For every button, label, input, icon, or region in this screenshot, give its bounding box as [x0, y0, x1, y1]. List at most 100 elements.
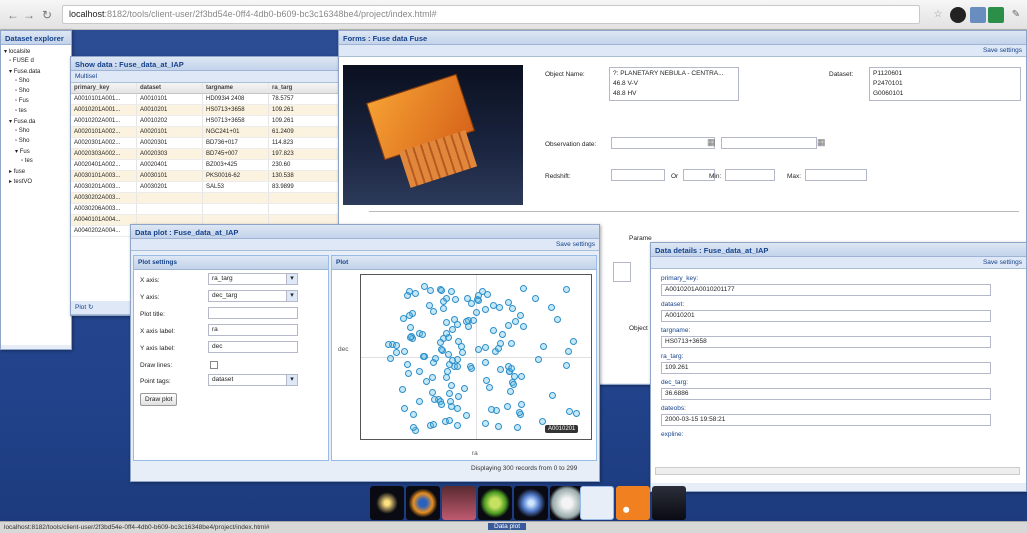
- table-row[interactable]: A0020401A002... A0020401 BZ003+425 230.60: [71, 160, 339, 171]
- scatter-point[interactable]: [535, 355, 543, 363]
- scatter-point[interactable]: [570, 338, 578, 346]
- scatter-point[interactable]: [385, 340, 392, 348]
- scatter-point[interactable]: [481, 419, 489, 427]
- tree-item[interactable]: ▸ testVO: [9, 178, 32, 185]
- save-settings-link[interactable]: Save settings: [651, 257, 1026, 269]
- scatter-point[interactable]: [484, 290, 492, 298]
- multiselect-toolbar[interactable]: Multisel: [71, 71, 339, 83]
- scatter-point[interactable]: [420, 283, 428, 291]
- scatter-point[interactable]: [538, 417, 546, 425]
- scatter-point[interactable]: [562, 285, 570, 293]
- scatter-point[interactable]: [454, 421, 462, 429]
- dock-icon[interactable]: [514, 486, 548, 520]
- scatter-point[interactable]: [404, 291, 412, 299]
- point-tags-select[interactable]: dataset: [208, 374, 298, 386]
- redshift-input[interactable]: [611, 169, 665, 181]
- tree-item[interactable]: ▾ Fuse.da: [9, 118, 35, 125]
- scatter-point[interactable]: [519, 323, 527, 331]
- scatter-point[interactable]: [496, 303, 504, 311]
- scatter-point[interactable]: [572, 409, 580, 417]
- document-icon[interactable]: [580, 486, 614, 520]
- table-row[interactable]: A0030101A003... A0030101 PKS0016-62 130.538: [71, 171, 339, 182]
- scatter-point[interactable]: [504, 298, 512, 306]
- x-axis-select[interactable]: ra_targ: [208, 273, 298, 285]
- x-label-input[interactable]: ra: [208, 324, 298, 336]
- tree-item[interactable]: ▫ Sho: [15, 78, 29, 84]
- scatter-point[interactable]: [481, 305, 489, 313]
- dock-icon[interactable]: [652, 486, 686, 520]
- tree-item[interactable]: ▫ tes: [15, 108, 27, 114]
- max-input[interactable]: [805, 169, 867, 181]
- save-settings-link[interactable]: Save settings: [339, 45, 1026, 57]
- scatter-point[interactable]: [403, 360, 411, 368]
- column-header[interactable]: targname: [203, 83, 269, 93]
- object-name-list[interactable]: ?: PLANETARY NEBULA - CENTRA... 46.8 V-V…: [609, 67, 739, 101]
- list-item[interactable]: ?: PLANETARY NEBULA - CENTRA...: [613, 69, 735, 79]
- scatter-point[interactable]: [460, 384, 468, 392]
- scatter-point[interactable]: [431, 355, 439, 362]
- scatter-point[interactable]: [473, 308, 481, 316]
- scatter-point[interactable]: [498, 331, 506, 339]
- table-row[interactable]: A0020101A002... A0020101 NGC241+01 61.2409: [71, 127, 339, 138]
- scatter-point[interactable]: [406, 312, 414, 320]
- calendar-icon[interactable]: ▦: [817, 137, 826, 148]
- scatter-point[interactable]: [459, 349, 467, 357]
- y-label-input[interactable]: dec: [208, 341, 298, 353]
- scatter-point[interactable]: [454, 338, 462, 346]
- scatter-point[interactable]: [462, 412, 470, 420]
- dock-icon[interactable]: [442, 486, 476, 520]
- scatter-point[interactable]: [553, 316, 561, 324]
- dataset-list[interactable]: P1120601 P2470101 G0060101: [869, 67, 1021, 101]
- list-item[interactable]: 46.8 V-V: [613, 79, 735, 89]
- column-header[interactable]: primary_key: [71, 83, 137, 93]
- scatter-point[interactable]: [448, 382, 456, 390]
- column-header[interactable]: dataset: [137, 83, 203, 93]
- scatter-point[interactable]: [482, 376, 490, 384]
- list-item[interactable]: 48.8 HV: [613, 89, 735, 99]
- scatter-point[interactable]: [410, 410, 418, 418]
- scatter-point[interactable]: [481, 359, 489, 367]
- tree-item[interactable]: ▫ Sho: [15, 88, 29, 94]
- field-value[interactable]: 36.6886: [661, 388, 991, 400]
- extension-icon[interactable]: [988, 7, 1004, 23]
- plot-button[interactable]: Plot: [75, 304, 86, 311]
- scatter-point[interactable]: [539, 342, 547, 350]
- scatter-point[interactable]: [565, 407, 573, 415]
- scatter-point[interactable]: [504, 403, 512, 411]
- field-value[interactable]: 2000-03-15 19:58:21: [661, 414, 991, 426]
- scatter-point[interactable]: [443, 318, 451, 326]
- scatter-point[interactable]: [455, 393, 463, 401]
- list-item[interactable]: P2470101: [873, 79, 1017, 89]
- refresh-icon[interactable]: ↻: [88, 304, 93, 311]
- calendar-icon[interactable]: ▦: [707, 137, 716, 148]
- wrench-icon[interactable]: ✎: [1008, 7, 1024, 23]
- address-bar[interactable]: localhost:8182/tools/client-user/2f3bd54…: [62, 5, 920, 24]
- dock-icon[interactable]: [406, 486, 440, 520]
- scatter-point[interactable]: [494, 422, 502, 430]
- forward-icon[interactable]: →: [22, 8, 36, 22]
- scatter-point[interactable]: [447, 397, 454, 405]
- tree-item[interactable]: ▾ Fus: [15, 148, 30, 155]
- scatter-point[interactable]: [451, 315, 459, 323]
- rss-icon[interactable]: [616, 486, 650, 520]
- scatter-point[interactable]: [508, 365, 516, 373]
- scatter-point[interactable]: [392, 348, 400, 356]
- scatter-point[interactable]: [505, 321, 513, 329]
- scatter-point[interactable]: [446, 416, 454, 424]
- dock-icon[interactable]: [550, 486, 584, 520]
- scatter-point[interactable]: [440, 305, 448, 313]
- extension-icon[interactable]: [970, 7, 986, 23]
- scatter-point[interactable]: [507, 339, 515, 347]
- scatter-point[interactable]: [518, 373, 526, 381]
- tree-item[interactable]: ▫ Fus: [15, 98, 29, 104]
- scatter-point[interactable]: [393, 341, 401, 349]
- scatter-point[interactable]: [401, 405, 409, 413]
- scatter-point[interactable]: [565, 348, 573, 356]
- taskbar-tab[interactable]: Data plot: [488, 523, 527, 530]
- params-input[interactable]: [613, 262, 631, 282]
- scatter-point[interactable]: [549, 391, 557, 399]
- tree-item[interactable]: ▫ Sho: [15, 138, 29, 144]
- scatter-point[interactable]: [404, 370, 412, 378]
- extension-icon[interactable]: [950, 7, 966, 23]
- draw-lines-checkbox[interactable]: [210, 361, 218, 369]
